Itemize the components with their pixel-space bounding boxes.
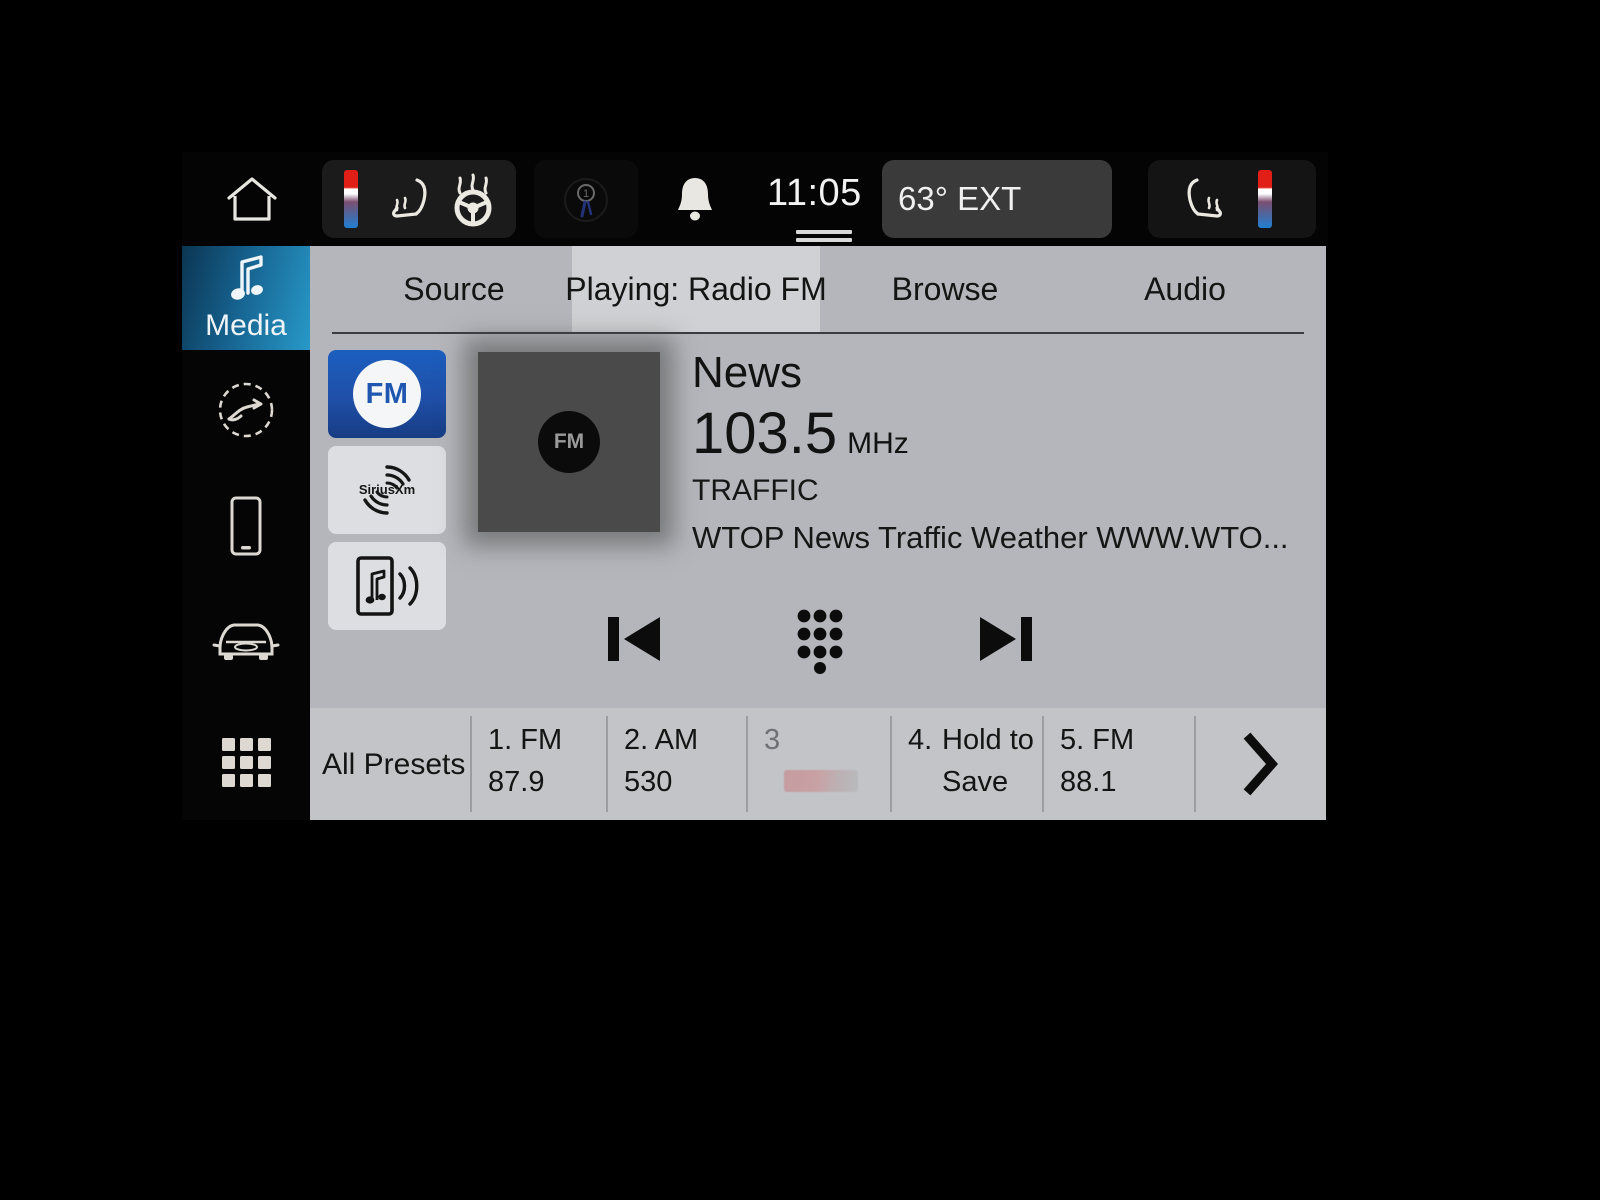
home-icon [227, 177, 277, 221]
next-track-icon [980, 617, 1032, 661]
svg-text:SiriusXm: SiriusXm [359, 482, 415, 497]
previous-track-button[interactable] [580, 594, 690, 684]
climate-indicator-button[interactable]: 1 [556, 174, 616, 226]
frequency-value: 103.5 [692, 401, 838, 466]
heated-seat-icon [392, 178, 427, 218]
sidebar: Media [182, 246, 310, 820]
drag-handle[interactable] [796, 230, 852, 246]
preset-3-station-logo-icon [784, 770, 858, 792]
heated-steering-wheel-button[interactable] [440, 170, 506, 230]
direct-tune-keypad-icon [797, 609, 843, 674]
sidebar-item-label: Media [205, 309, 287, 342]
passenger-temp-bar[interactable] [1258, 170, 1272, 228]
tab-bar: Source Playing: Radio FM Browse Audio [310, 246, 1326, 332]
preset-next-page-button[interactable] [1194, 708, 1326, 820]
passenger-heated-seat-button[interactable] [1172, 172, 1234, 228]
notifications-button[interactable] [664, 170, 726, 228]
previous-track-icon [608, 617, 660, 661]
vehicle-icon [212, 623, 280, 660]
sidebar-item-navigation[interactable] [182, 362, 310, 458]
preset-5-label: 5. FM [1060, 724, 1135, 756]
now-playing-info: News 103.5 MHz TRAFFIC WTOP News Traffic… [692, 346, 1312, 556]
source-button-fm[interactable]: FM [328, 350, 446, 438]
fm-icon: FM [353, 360, 421, 428]
sidebar-item-vehicle[interactable] [182, 594, 310, 690]
preset-4-hint: Hold to [942, 724, 1034, 756]
bluetooth-audio-icon [356, 556, 419, 616]
preset-all-label: All Presets [322, 748, 466, 781]
phone-icon [230, 496, 262, 556]
music-note-icon [231, 255, 263, 300]
frequency-unit: MHz [847, 427, 909, 460]
tab-source[interactable]: Source [340, 246, 568, 332]
direct-tune-button[interactable] [765, 594, 875, 684]
climate-indicator-group[interactable]: 1 [534, 160, 638, 238]
album-art: FM [478, 352, 660, 532]
svg-text:1: 1 [583, 188, 589, 200]
sidebar-item-media[interactable]: Media [182, 246, 310, 350]
preset-all-button[interactable]: All Presets [310, 708, 470, 820]
navigation-icon [218, 382, 274, 438]
home-button[interactable] [222, 170, 282, 228]
sidebar-item-phone[interactable] [182, 478, 310, 574]
preset-4-value: Save [942, 766, 1009, 798]
preset-5[interactable]: 5. FM 88.1 [1042, 708, 1194, 820]
sidebar-item-apps[interactable] [182, 714, 310, 810]
climate-indicator-icon: 1 [564, 178, 608, 222]
station-name: News [692, 348, 803, 397]
transport-controls [560, 594, 1080, 684]
preset-bar: All Presets 1. FM 87.9 2. AM 530 3 4. Ho… [310, 708, 1326, 820]
preset-2-value: 530 [624, 766, 673, 798]
exterior-temperature-value: 63° EXT [898, 180, 1022, 217]
station-genre: TRAFFIC [692, 474, 819, 507]
bell-icon [678, 178, 712, 221]
siriusxm-icon: SiriusXm [359, 465, 415, 515]
driver-climate-group[interactable] [322, 160, 516, 238]
preset-2-label: 2. AM [624, 724, 699, 756]
driver-heated-seat-button[interactable] [380, 172, 442, 228]
preset-3-label: 3 [764, 724, 781, 756]
preset-4-label: 4. [908, 724, 933, 756]
preset-1-label: 1. FM [488, 724, 563, 756]
preset-2[interactable]: 2. AM 530 [606, 708, 746, 820]
heated-seat-icon [1187, 178, 1222, 218]
media-content-panel: Source Playing: Radio FM Browse Audio FM… [310, 246, 1326, 820]
source-button-siriusxm[interactable]: SiriusXm [328, 446, 446, 534]
driver-temp-bar[interactable] [344, 170, 358, 228]
heated-steering-wheel-icon [454, 173, 492, 227]
preset-1[interactable]: 1. FM 87.9 [470, 708, 606, 820]
preset-5-value: 88.1 [1060, 766, 1117, 798]
exterior-temperature-display[interactable]: 63° EXT [882, 160, 1112, 238]
tab-playing[interactable]: Playing: Radio FM [565, 246, 827, 332]
next-track-button[interactable] [950, 594, 1060, 684]
status-bar: 1 11:05 63° EXT [182, 152, 1328, 246]
tab-divider [332, 332, 1304, 334]
passenger-climate-group[interactable] [1148, 160, 1316, 238]
tab-audio[interactable]: Audio [1070, 246, 1300, 332]
radio-text: WTOP News Traffic Weather WWW.WTO... [692, 520, 1289, 555]
clock: 11:05 [767, 172, 862, 214]
tab-browse[interactable]: Browse [830, 246, 1060, 332]
preset-4[interactable]: 4. Hold to Save [890, 708, 1042, 820]
preset-3[interactable]: 3 [746, 708, 890, 820]
source-button-bluetooth-audio[interactable] [328, 542, 446, 630]
chevron-right-icon [1243, 732, 1278, 796]
frequency-row: 103.5 MHz [692, 404, 1312, 464]
preset-1-value: 87.9 [488, 766, 545, 798]
album-art-badge: FM [538, 411, 600, 473]
infotainment-screen: 1 11:05 63° EXT Media Source Playing: Ra… [0, 0, 1600, 1200]
apps-grid-icon [222, 738, 271, 787]
